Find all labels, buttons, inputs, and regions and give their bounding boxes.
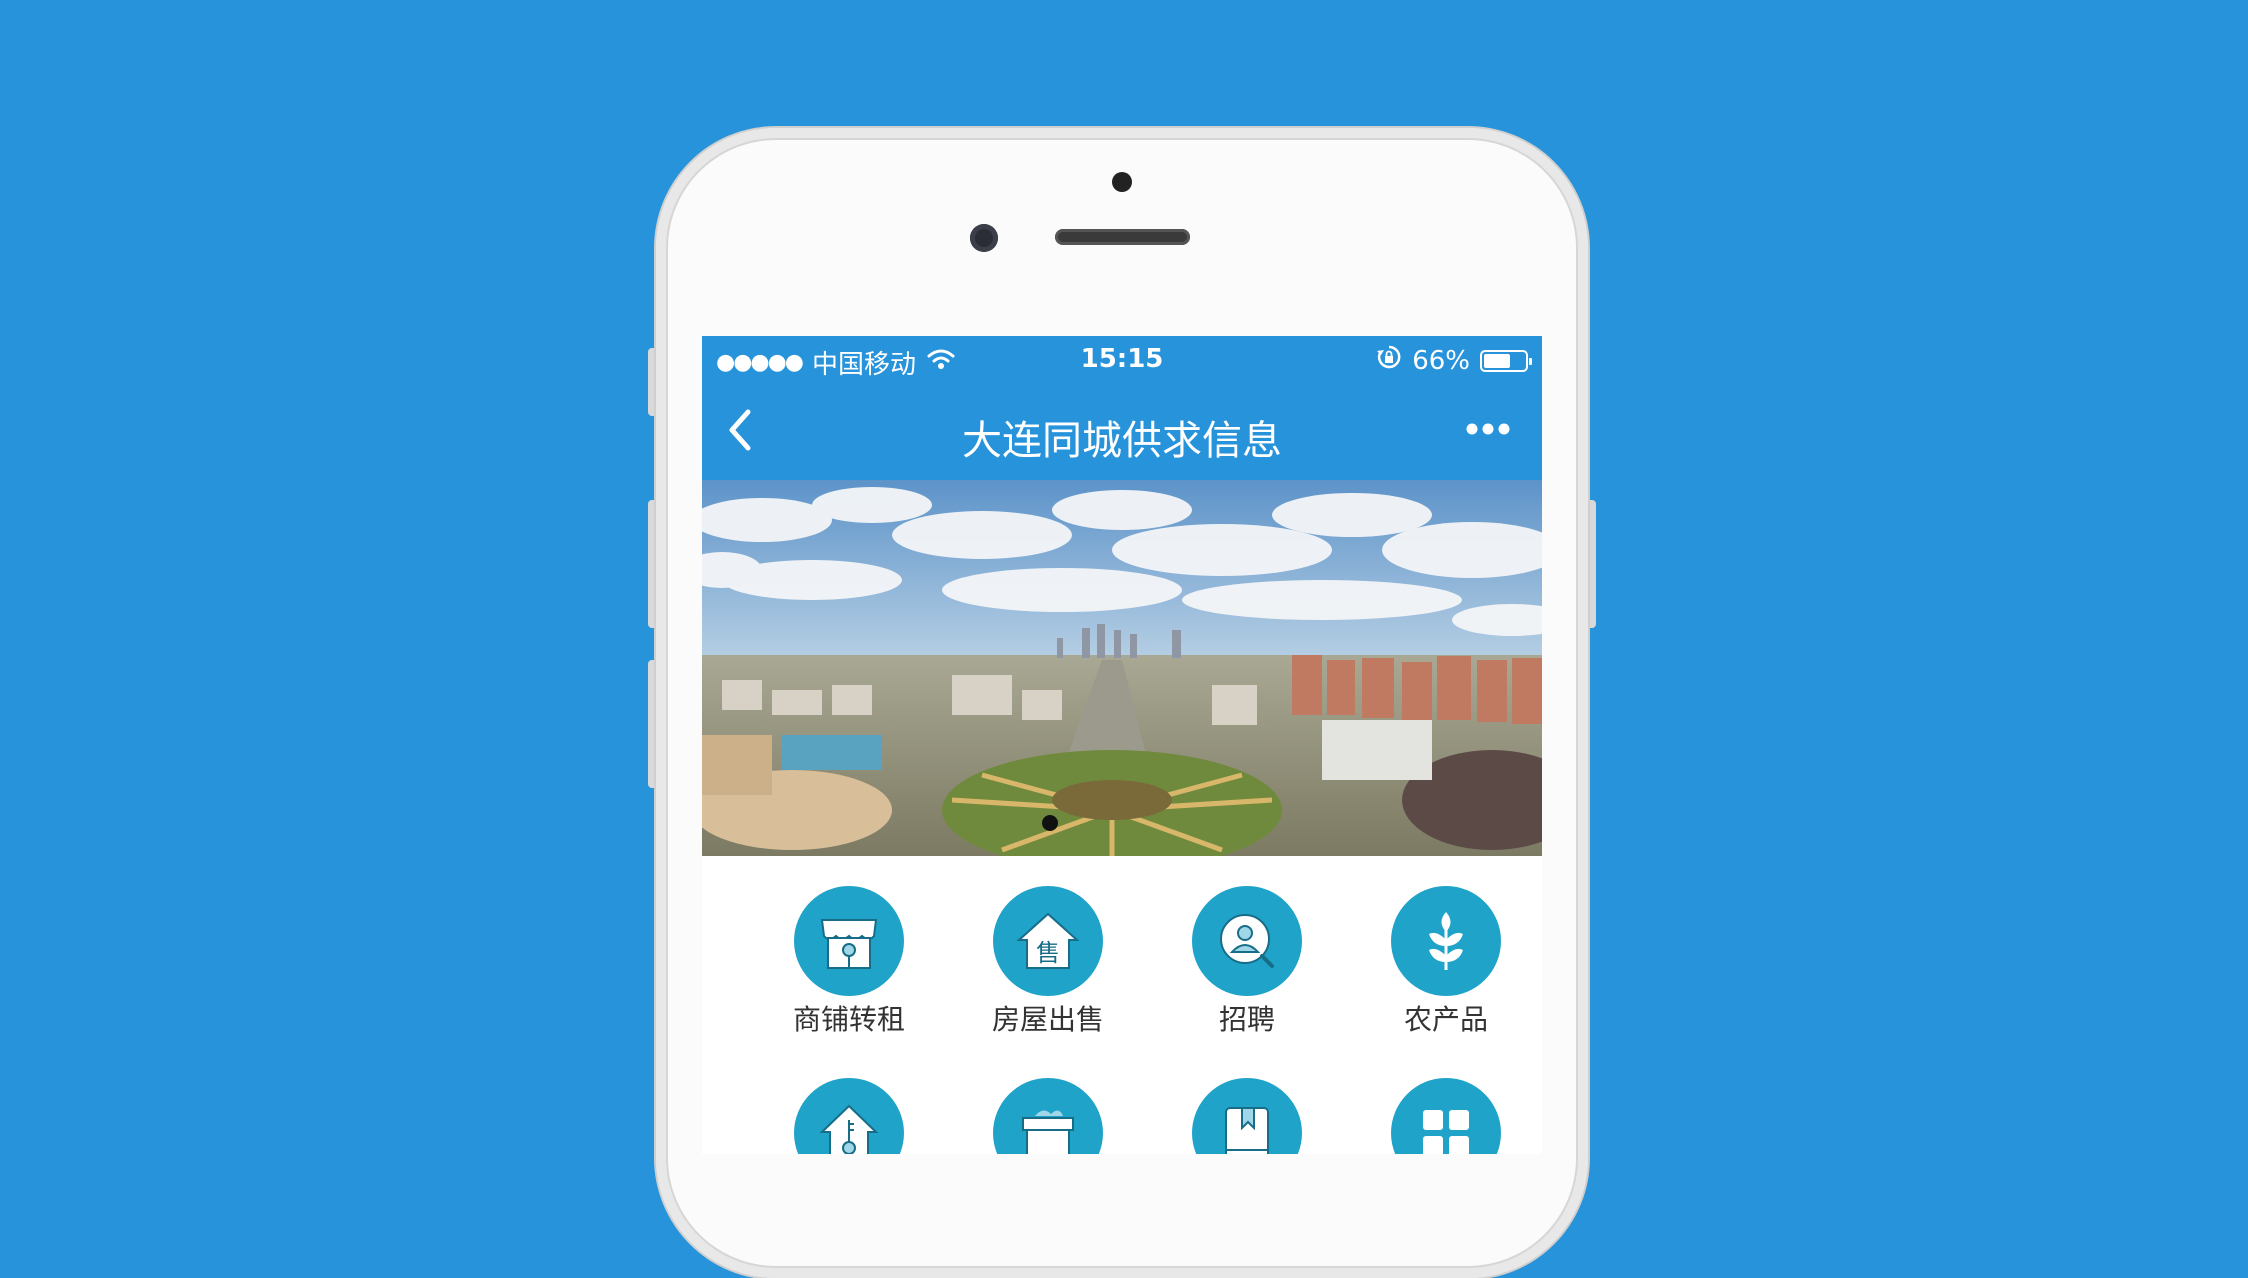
city-panorama-image	[702, 480, 1542, 856]
battery-icon	[1480, 349, 1532, 372]
battery-level	[1484, 353, 1510, 368]
category-house-sale[interactable]: 售 房屋出售	[968, 886, 1128, 1038]
apps-grid-icon	[1423, 1110, 1469, 1154]
category-agriculture[interactable]: 农产品	[1366, 886, 1526, 1038]
carousel-dot[interactable]	[1042, 815, 1058, 831]
agriculture-icon	[1429, 912, 1463, 970]
category-item-5[interactable]	[769, 1078, 929, 1154]
category-label: 农产品	[1403, 1003, 1488, 1036]
banner-carousel[interactable]	[702, 480, 1542, 856]
category-label: 商铺转租	[792, 1003, 905, 1036]
category-label: 房屋出售	[991, 1003, 1104, 1036]
page-title: 大连同城供求信息	[962, 418, 1282, 464]
front-camera	[970, 224, 998, 252]
category-label: 招聘	[1218, 1003, 1275, 1036]
battery-percent: 66%	[1412, 345, 1470, 376]
recruitment-icon	[1220, 914, 1274, 968]
more-dots-icon	[1466, 423, 1510, 435]
rotation-lock-icon	[1376, 344, 1402, 377]
category-item-6[interactable]	[968, 1078, 1128, 1154]
category-shop-rent[interactable]: 商铺转租	[769, 886, 929, 1038]
category-recruitment[interactable]: 招聘	[1167, 886, 1327, 1038]
category-item-7[interactable]	[1167, 1078, 1327, 1154]
svg-text:售: 售	[1036, 939, 1060, 967]
more-button[interactable]	[1458, 414, 1518, 444]
earpiece-speaker	[1055, 229, 1190, 245]
category-item-8[interactable]	[1366, 1078, 1526, 1154]
box-icon	[1022, 1110, 1074, 1154]
proximity-sensor	[1112, 172, 1132, 192]
navigation-bar: 大连同城供求信息	[702, 384, 1542, 480]
book-icon	[1225, 1107, 1269, 1154]
shop-rent-icon	[820, 919, 878, 969]
house-sale-icon: 售	[1016, 912, 1080, 969]
phone-screen: ●●●●● 中国移动 15:15 66% 大连同城供求信息 商铺转租 售 房屋出…	[702, 336, 1542, 1154]
house-key-icon	[819, 1104, 879, 1154]
category-grid: 商铺转租 售 房屋出售 招聘 农产品	[702, 856, 1542, 1154]
status-bar: ●●●●● 中国移动 15:15 66%	[702, 336, 1542, 384]
